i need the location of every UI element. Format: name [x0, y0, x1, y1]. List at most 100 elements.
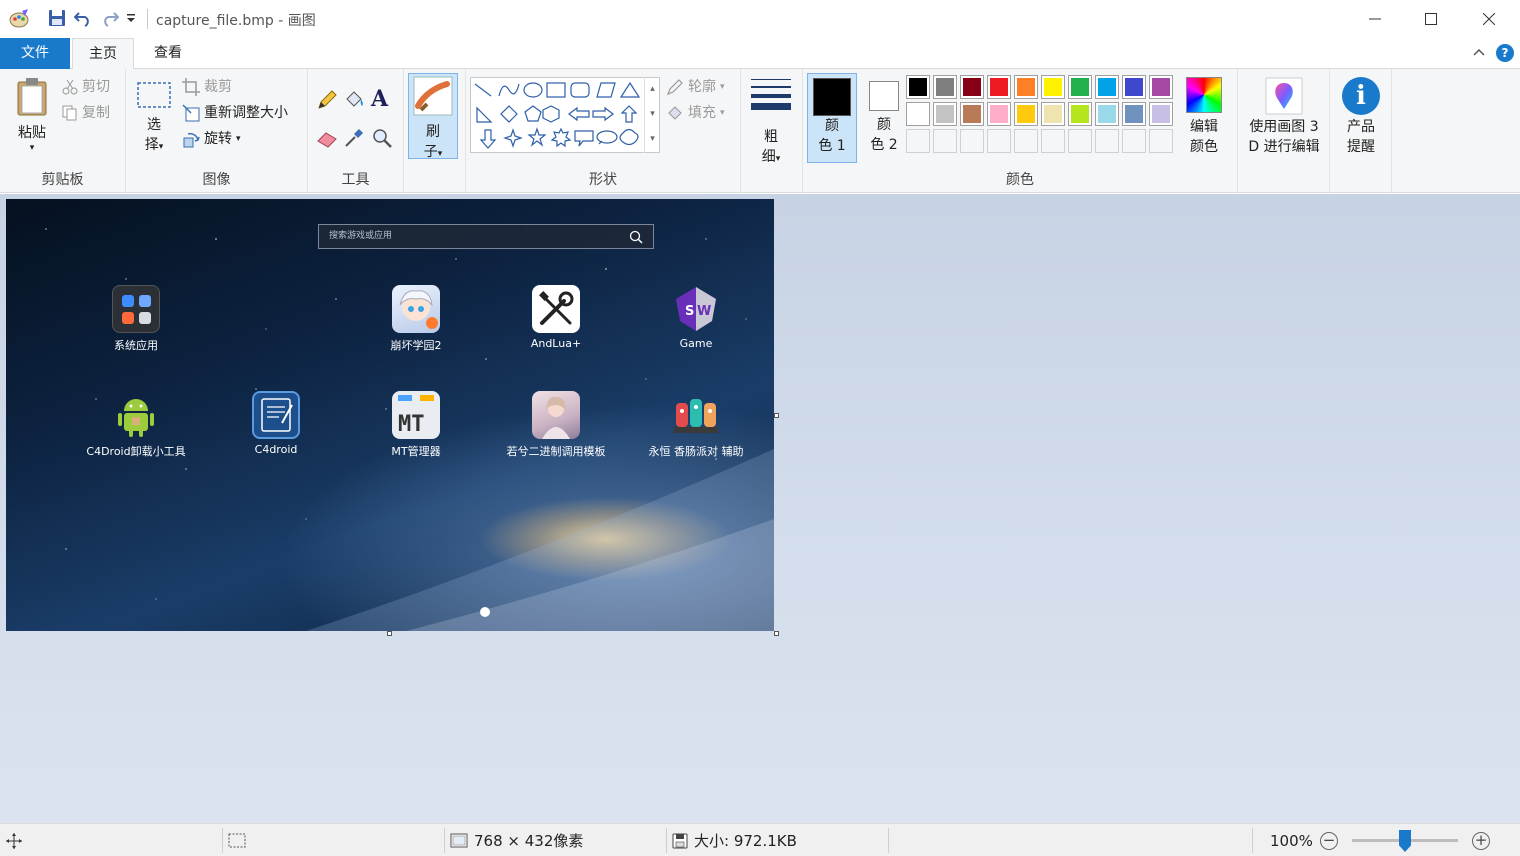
outline-button[interactable]: 轮廓 ▾ [666, 76, 725, 98]
cut-button[interactable]: 剪切 [62, 76, 110, 98]
colors-group-label: 颜色 [1006, 172, 1034, 188]
crop-button[interactable]: 裁剪 [182, 76, 232, 98]
palette-color-swatch[interactable] [1014, 102, 1038, 126]
maximize-button[interactable] [1402, 0, 1460, 38]
brushes-button[interactable]: 刷 子▾ [408, 73, 458, 160]
search-icon[interactable] [629, 230, 643, 254]
tab-view[interactable]: 查看 [136, 38, 200, 69]
minimize-button[interactable] [1346, 0, 1404, 38]
palette-custom-slot[interactable] [906, 129, 930, 153]
fill-button[interactable]: 填充 ▾ [666, 102, 725, 124]
palette-color-swatch[interactable] [1014, 75, 1038, 99]
app-c4droid[interactable]: C4droid [206, 391, 346, 456]
palette-custom-slot[interactable] [1014, 129, 1038, 153]
color1-button[interactable]: 颜 色 1 [807, 73, 857, 163]
palette-color-swatch[interactable] [1068, 75, 1092, 99]
palette-color-swatch[interactable] [933, 102, 957, 126]
text-tool-icon[interactable]: A [371, 86, 388, 112]
svg-text:W: W [697, 304, 711, 319]
paste-button[interactable]: 粘贴 ▾ [10, 77, 54, 153]
palette-color-swatch[interactable] [933, 75, 957, 99]
title-separator [147, 9, 148, 29]
palette-color-swatch[interactable] [1041, 102, 1065, 126]
undo-icon[interactable] [73, 9, 92, 30]
palette-color-swatch[interactable] [987, 102, 1011, 126]
palette-custom-slot[interactable] [1122, 129, 1146, 153]
palette-color-swatch[interactable] [1068, 102, 1092, 126]
palette-custom-slot[interactable] [1068, 129, 1092, 153]
canvas-workspace[interactable]: 搜索游戏或应用 系统应用 崩坏学园2 AndLua+ S W Game C4Dr… [0, 194, 1520, 823]
status-divider [1252, 828, 1253, 853]
customize-quick-access-icon[interactable] [126, 12, 136, 26]
disk-icon [672, 833, 688, 848]
shapes-scroll[interactable]: ▴ ▾ ▾ [644, 77, 660, 153]
paste-dropdown-icon: ▾ [29, 143, 35, 153]
help-icon[interactable]: ? [1496, 44, 1514, 62]
product-alert-button[interactable]: i 产品 提醒 [1334, 77, 1388, 157]
eraser-icon[interactable] [316, 127, 338, 152]
select-rectangle-icon [137, 82, 171, 108]
tab-home[interactable]: 主页 [72, 38, 134, 70]
app-honkai-gakuen[interactable]: 崩坏学园2 [346, 285, 486, 353]
color2-button[interactable]: 颜 色 2 [859, 73, 909, 155]
palette-color-swatch[interactable] [987, 75, 1011, 99]
palette-custom-slot[interactable] [1149, 129, 1173, 153]
select-button[interactable]: 选 择▾ [134, 81, 174, 157]
edit-colors-button[interactable]: 编辑 颜色 [1181, 77, 1227, 157]
pencil-icon[interactable] [316, 89, 338, 114]
paint-app-icon[interactable] [8, 9, 30, 32]
palette-custom-slot[interactable] [933, 129, 957, 153]
palette-color-swatch[interactable] [1095, 102, 1119, 126]
palette-custom-slot[interactable] [987, 129, 1011, 153]
zoom-slider-thumb[interactable] [1399, 830, 1411, 852]
palette-color-swatch[interactable] [1122, 75, 1146, 99]
shapes-gallery[interactable] [470, 77, 660, 153]
resize-button[interactable]: 重新调整大小 [182, 102, 288, 124]
palette-color-swatch[interactable] [906, 75, 930, 99]
resize-handle-corner[interactable] [774, 631, 779, 636]
palette-color-swatch[interactable] [1149, 102, 1173, 126]
palette-color-swatch[interactable] [1149, 75, 1173, 99]
move-cursor-icon [6, 832, 22, 849]
save-icon[interactable] [48, 9, 66, 30]
app-c4droid-uninstaller[interactable]: C4Droid卸载小工具 [66, 391, 206, 459]
fill-bucket-icon[interactable] [343, 89, 365, 114]
app-mt-manager[interactable]: MT MT管理器 [346, 391, 486, 459]
tab-file[interactable]: 文件 [0, 38, 70, 69]
palette-color-swatch[interactable] [960, 102, 984, 126]
zoom-out-button[interactable]: − [1320, 832, 1338, 850]
palette-color-swatch[interactable] [1095, 75, 1119, 99]
app-system-apps[interactable]: 系统应用 [66, 285, 206, 353]
palette-color-swatch[interactable] [960, 75, 984, 99]
close-button[interactable] [1460, 0, 1518, 38]
zoom-in-button[interactable]: + [1472, 832, 1490, 850]
redo-icon[interactable] [101, 9, 120, 30]
palette-color-swatch[interactable] [1122, 102, 1146, 126]
resize-icon [182, 104, 200, 122]
palette-custom-slot[interactable] [1095, 129, 1119, 153]
app-ruoxi-binary-template[interactable]: 若兮二进制调用模板 [486, 391, 626, 459]
resize-handle-bottom[interactable] [387, 631, 392, 636]
resize-handle-right[interactable] [774, 413, 779, 418]
app-andlua[interactable]: AndLua+ [486, 285, 626, 350]
magnifier-icon[interactable] [371, 127, 393, 152]
palette-custom-slot[interactable] [1041, 129, 1065, 153]
palette-color-swatch[interactable] [906, 102, 930, 126]
app-sausage-party-helper[interactable]: 永恒 香肠派对 辅助 [626, 391, 766, 459]
group-image: 选 择▾ 裁剪 重新调整大小 旋转 ▾ 图像 [126, 69, 308, 193]
palette-custom-slot[interactable] [960, 129, 984, 153]
group-brushes: 刷 子▾ [404, 69, 466, 193]
collapse-ribbon-icon[interactable] [1472, 45, 1488, 61]
palette-color-swatch[interactable] [1041, 75, 1065, 99]
copy-button[interactable]: 复制 [62, 102, 110, 124]
photo-thumbnail-icon [532, 391, 580, 439]
app-game[interactable]: SW Game [626, 285, 766, 350]
image-canvas[interactable]: 搜索游戏或应用 系统应用 崩坏学园2 AndLua+ S W Game C4Dr… [6, 199, 774, 631]
search-input[interactable]: 搜索游戏或应用 [318, 224, 654, 249]
size-button[interactable]: 粗 细▾ [747, 77, 795, 169]
status-bar: 768 × 432像素 大小: 972.1KB 100% − + [0, 823, 1520, 856]
paint3d-button[interactable]: 使用画图 3 D 进行编辑 [1240, 77, 1328, 157]
ribbon-tabs: 文件 主页 查看 ? [0, 38, 1520, 70]
color-picker-icon[interactable] [343, 127, 365, 152]
rotate-button[interactable]: 旋转 ▾ [182, 128, 241, 150]
